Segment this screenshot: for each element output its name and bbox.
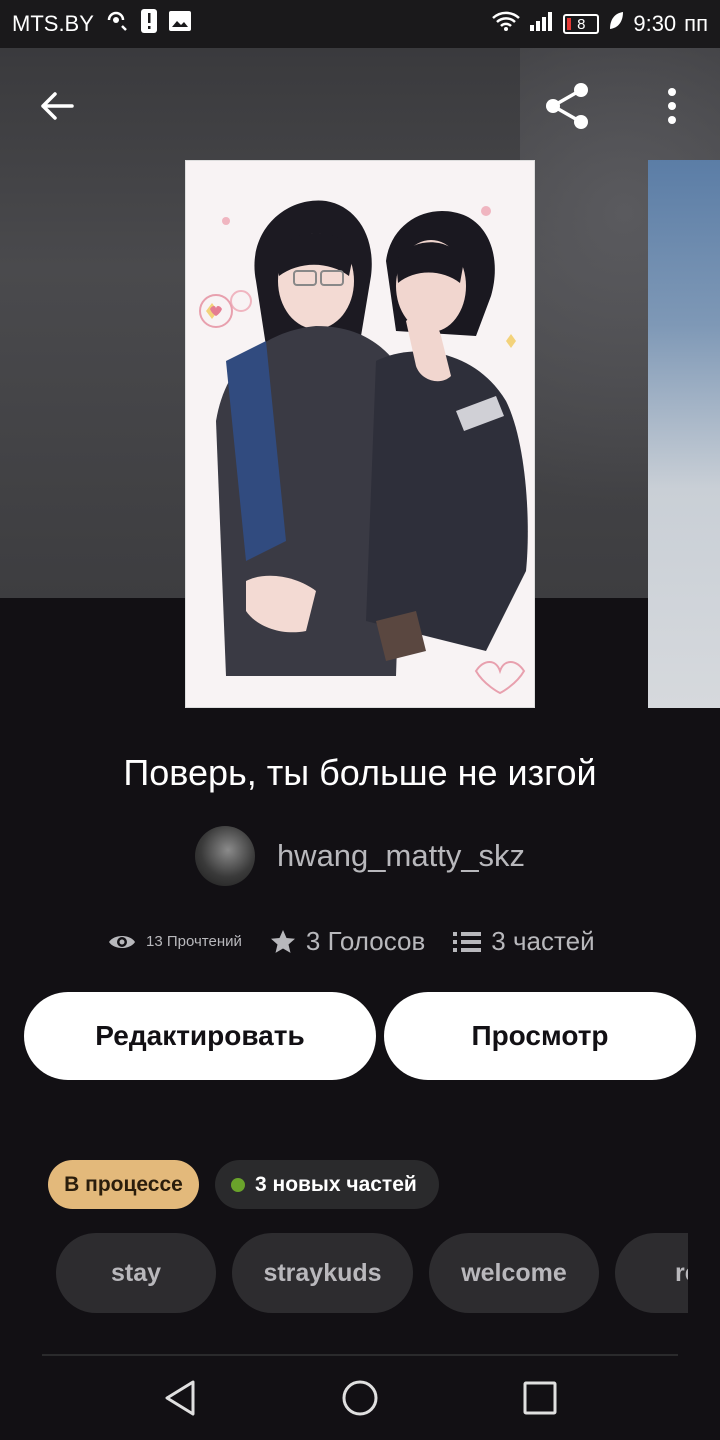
arrow-left-icon bbox=[41, 92, 74, 120]
carrier-label: MTS.BY bbox=[12, 11, 94, 36]
square-recents-icon bbox=[523, 1381, 557, 1415]
nav-back-button[interactable] bbox=[156, 1374, 204, 1422]
nav-recents-button[interactable] bbox=[516, 1374, 564, 1422]
nav-home-button[interactable] bbox=[336, 1374, 384, 1422]
star-icon bbox=[270, 929, 295, 953]
preview-button[interactable]: Просмотр bbox=[384, 992, 696, 1080]
wifi-icon bbox=[491, 10, 521, 38]
story-stats: 13 Прочтений 3 Голосов 3 частей bbox=[108, 926, 595, 957]
story-title: Поверь, ты больше не изгой bbox=[123, 752, 597, 793]
battery-icon: 8 bbox=[563, 14, 600, 34]
eye-icon bbox=[109, 935, 135, 948]
circle-home-icon bbox=[342, 1380, 378, 1416]
cover-illustration bbox=[186, 161, 534, 707]
back-button[interactable] bbox=[32, 82, 80, 130]
edit-button[interactable]: Редактировать bbox=[24, 992, 376, 1080]
votes-count: 3 Голосов bbox=[305, 926, 426, 956]
hotspot-icon bbox=[104, 10, 130, 38]
new-parts-label: 3 новых частей bbox=[255, 1172, 417, 1196]
alert-icon bbox=[140, 8, 158, 40]
author-name[interactable]: hwang_matty_skz bbox=[277, 838, 525, 874]
clock: 9:30 bbox=[633, 11, 677, 36]
tag-list: stay straykuds welcome re bbox=[56, 1233, 688, 1313]
triangle-back-icon bbox=[165, 1380, 195, 1416]
avatar[interactable] bbox=[194, 826, 255, 886]
list-icon bbox=[453, 931, 482, 952]
share-button[interactable] bbox=[543, 82, 591, 130]
new-parts-badge: 3 новых частей bbox=[215, 1160, 439, 1209]
gallery-icon bbox=[168, 10, 192, 38]
network-suffix: пп bbox=[684, 11, 708, 36]
reads-count: 13 Прочтений bbox=[146, 933, 242, 950]
parts-count: 3 частей bbox=[491, 926, 595, 956]
leaf-icon bbox=[607, 10, 625, 38]
tag-chip[interactable]: welcome bbox=[429, 1233, 599, 1313]
share-icon bbox=[546, 83, 588, 129]
tag-chip[interactable]: re bbox=[615, 1233, 688, 1313]
new-dot-icon bbox=[231, 1177, 245, 1192]
signal-icon bbox=[529, 10, 555, 38]
reads-stat: 13 Прочтений bbox=[108, 932, 242, 952]
votes-stat: 3 Голосов bbox=[270, 926, 425, 957]
author-row[interactable]: hwang_matty_skz bbox=[0, 826, 720, 886]
story-cover[interactable] bbox=[185, 160, 535, 708]
more-options-button[interactable] bbox=[648, 82, 696, 130]
status-bar: MTS.BY 8 9:30 пп bbox=[0, 0, 720, 48]
next-cover-preview[interactable] bbox=[648, 160, 720, 708]
parts-stat: 3 частей bbox=[453, 926, 595, 957]
system-nav-bar bbox=[0, 1356, 720, 1440]
more-vert-icon bbox=[668, 88, 676, 124]
tag-chip[interactable]: straykuds bbox=[232, 1233, 413, 1313]
status-badge: В процессе bbox=[48, 1160, 199, 1209]
tag-chip[interactable]: stay bbox=[56, 1233, 216, 1313]
